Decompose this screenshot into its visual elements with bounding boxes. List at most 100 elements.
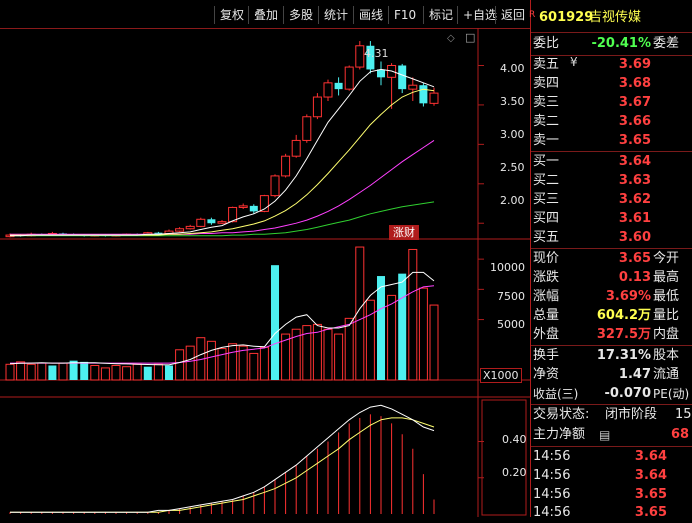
kline-chart[interactable]: [0, 28, 530, 517]
fund-row: 换手 17.31% 股本: [533, 346, 692, 366]
weibi-label: 委比: [533, 36, 560, 51]
price-tick: 3.00: [500, 128, 525, 141]
candle-body: [196, 218, 206, 227]
tick-price: 3.65: [634, 487, 667, 502]
fund-label: 换手: [533, 348, 560, 363]
stat-label: 涨幅: [533, 289, 560, 304]
fund-label: 净资: [533, 367, 560, 382]
candle-body: [291, 139, 301, 157]
candle-body: [419, 85, 428, 104]
stat-label: 涨跌: [533, 270, 560, 285]
bid-price: 3.60: [618, 230, 651, 245]
stat-value: 0.13: [618, 270, 651, 285]
indicator-tick: 0.20: [502, 466, 527, 479]
stat-label: 最低: [653, 289, 680, 304]
volume-bar: [143, 366, 152, 380]
back-button[interactable]: 返回: [495, 6, 530, 24]
tick-time: 14:56: [533, 487, 571, 502]
volume-bar: [80, 361, 89, 380]
volume-tick: 5000: [497, 318, 525, 331]
stat-row: 外盘 327.5万 内盘: [533, 325, 692, 345]
volume-bar: [48, 365, 57, 380]
f10-button[interactable]: F10: [388, 6, 421, 24]
candle-body: [175, 228, 185, 232]
volume-bar: [377, 276, 385, 380]
bid-price: 3.64: [618, 154, 651, 169]
volume-bar: [429, 304, 439, 381]
volume-bar: [418, 287, 428, 381]
event-tag[interactable]: 涨财: [389, 225, 419, 240]
indicator-side-box: [481, 399, 527, 516]
weibi-value: -20.41%: [591, 36, 651, 51]
fund-value: 1.47: [618, 367, 651, 382]
stat-label: 现价: [533, 251, 560, 266]
tick-time: 14:56: [533, 505, 571, 520]
ask-price: 3.65: [618, 133, 651, 148]
fund-row: 净资 1.47 流通: [533, 365, 692, 385]
indicator-tick: 0.40: [502, 433, 527, 446]
volume-bar: [132, 363, 142, 381]
ask-label: 卖二: [533, 114, 560, 129]
indicator-bars: [9, 414, 435, 514]
tick-time: 14:56: [533, 449, 571, 464]
minimize-icon[interactable]: □: [465, 31, 475, 44]
volume-tick: 10000: [490, 261, 525, 274]
ask-label: 卖四: [533, 76, 560, 91]
overlay-button[interactable]: 叠加: [248, 6, 283, 24]
ma-fast-line: [10, 68, 435, 237]
draw-line-button[interactable]: 画线: [353, 6, 388, 24]
candle-body: [408, 84, 418, 90]
stat-label: 总量: [533, 308, 560, 323]
fuquan-button[interactable]: 复权: [214, 6, 249, 24]
stock-badge: R: [529, 10, 536, 20]
stat-value: 3.69%: [605, 289, 651, 304]
price-tick: 3.50: [500, 95, 525, 108]
fund-label: 股本: [653, 348, 680, 363]
multi-stock-button[interactable]: 多股: [283, 6, 318, 24]
volume-bar: [165, 365, 173, 380]
volume-bar: [5, 363, 15, 381]
fund-label: 收益(三): [533, 387, 579, 401]
candle-body: [323, 82, 333, 98]
tick-row: 14:56 3.65: [533, 503, 692, 523]
volume-bar: [111, 364, 121, 381]
volume-bar: [387, 294, 397, 381]
stat-label: 外盘: [533, 327, 560, 342]
weibi-row: 委比 -20.41% 委差: [533, 34, 692, 54]
statistics-button[interactable]: 统计: [318, 6, 353, 24]
ask-price: 3.68: [618, 76, 651, 91]
candle-body: [344, 66, 354, 90]
main-flow-row[interactable]: 主力净额 ▤ 68: [533, 425, 692, 445]
volume-bar: [398, 273, 407, 380]
candle-body: [270, 175, 280, 197]
volume-bar: [344, 317, 354, 381]
volume-bar: [228, 343, 238, 381]
candle-body: [398, 65, 407, 90]
main-flow-label: 主力净额: [533, 427, 586, 442]
candle-body: [217, 221, 227, 224]
max-price-label: 4.31: [364, 47, 389, 60]
mark-button[interactable]: 标记: [423, 6, 458, 24]
bid-price: 3.62: [618, 192, 651, 207]
tick-time: 14:56: [533, 468, 571, 483]
ask-price: 3.66: [618, 114, 651, 129]
candle-body: [238, 205, 248, 208]
list-icon[interactable]: ▤: [599, 425, 610, 445]
fund-label: 流通: [653, 367, 680, 382]
main-flow-value: 68: [671, 427, 690, 442]
trade-status-label: 交易状态:: [533, 407, 590, 422]
tick-price: 3.64: [634, 449, 667, 464]
ask-label: 卖五: [533, 57, 560, 72]
candle-body: [249, 205, 258, 212]
diamond-icon[interactable]: ◇: [447, 33, 455, 44]
volume-bar: [37, 362, 47, 381]
ma-mid-line: [10, 88, 435, 236]
stat-value: 604.2万: [596, 308, 651, 323]
bid-label: 买五: [533, 230, 560, 245]
stat-value: 327.5万: [596, 327, 651, 342]
stat-row: 现价 3.65 今开: [533, 249, 692, 269]
volume-bar: [100, 367, 110, 381]
volume-bar: [323, 328, 333, 381]
ask-price: 3.69: [618, 57, 651, 72]
candle-body: [429, 92, 439, 104]
